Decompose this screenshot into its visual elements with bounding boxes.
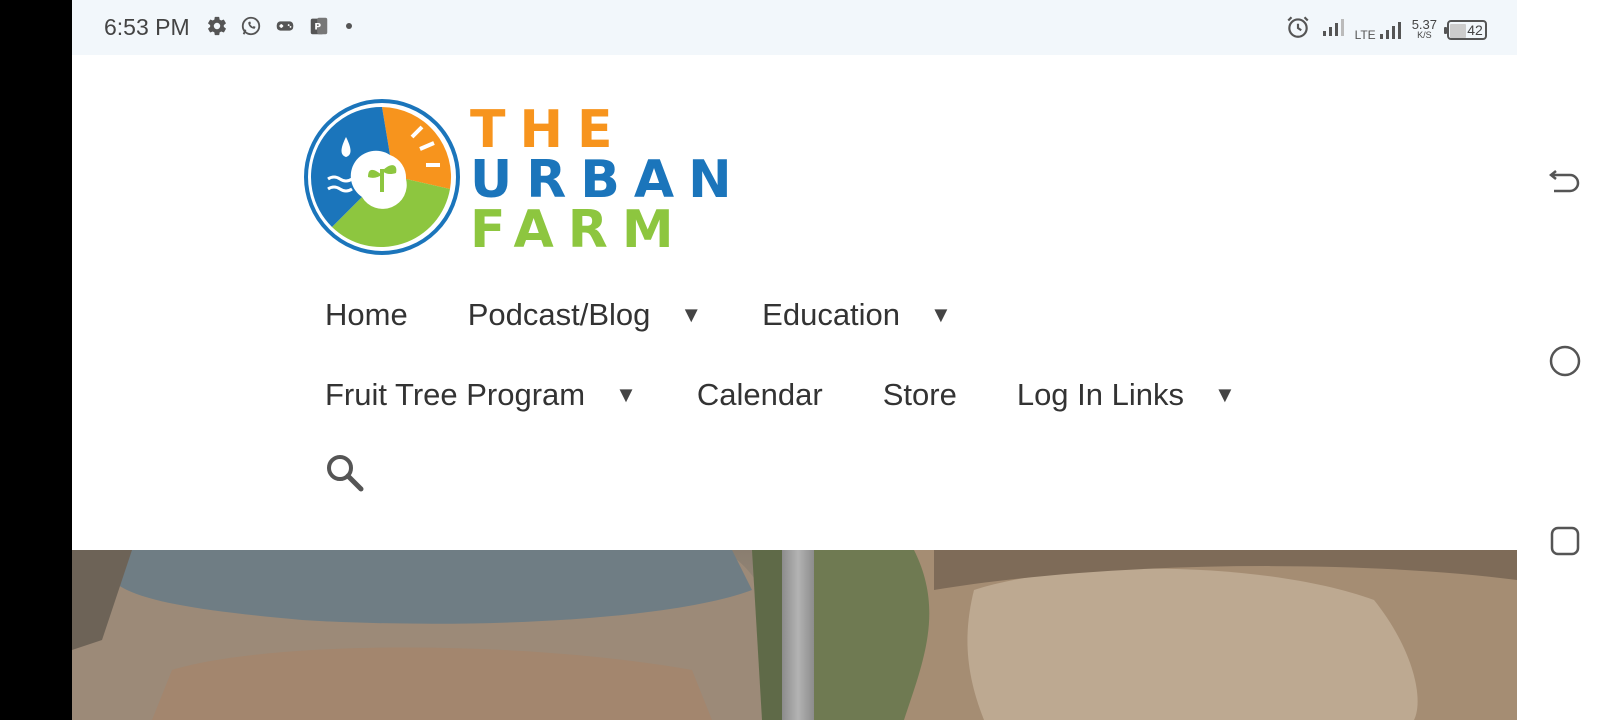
nav-item-calendar[interactable]: Calendar — [697, 377, 823, 413]
status-time: 6:53 PM — [104, 14, 190, 40]
logo-line-urban: URBAN — [470, 149, 746, 210]
nav-item-label: Podcast/Blog — [467, 297, 651, 332]
home-circle-icon[interactable] — [1545, 341, 1585, 381]
nav-item-label: Log In Links — [1016, 377, 1184, 412]
gear-icon — [206, 15, 228, 42]
dropdown-caret-icon[interactable]: ▼ — [615, 382, 637, 408]
recents-square-icon[interactable] — [1545, 521, 1585, 561]
parking-app-icon: P — [308, 15, 330, 42]
nav-item-fruit-tree-program[interactable]: Fruit Tree Program ▼ — [325, 377, 637, 413]
nav-row-1: Home Podcast/Blog ▼ Education ▼ — [325, 295, 1325, 335]
device-screen: 6:53 PM P LTE 5.37 K/S 42 THE URBAN FARM… — [0, 0, 1612, 720]
logo-line-the: THE — [470, 99, 627, 160]
dropdown-caret-icon[interactable]: ▼ — [1214, 382, 1236, 408]
search-icon[interactable] — [325, 453, 365, 493]
status-system-icons: LTE 5.37 K/S 42 — [1285, 14, 1487, 45]
nav-item-label: Education — [762, 297, 901, 332]
nav-item-label: Calendar — [696, 377, 823, 412]
network-type-label: LTE — [1354, 27, 1376, 42]
logo-wordmark: THE URBAN FARM — [470, 99, 746, 260]
alarm-icon — [1285, 14, 1311, 45]
signal-icon — [1321, 16, 1345, 43]
site-header: THE URBAN FARM Home Podcast/Blog ▼ Educa… — [72, 55, 1517, 550]
nav-item-home[interactable]: Home — [325, 297, 408, 333]
lte-signal-icon: LTE — [1355, 19, 1402, 41]
battery-icon: 42 — [1444, 19, 1487, 40]
nav-item-label: Home — [325, 297, 408, 332]
hero-photo-right — [814, 550, 1517, 720]
site-logo[interactable]: THE URBAN FARM — [302, 97, 746, 262]
nav-item-education[interactable]: Education ▼ — [762, 297, 952, 333]
status-bar: 6:53 PM P LTE 5.37 K/S 42 — [72, 0, 1517, 55]
svg-text:P: P — [314, 22, 321, 33]
status-notification-icons: P — [206, 15, 356, 42]
nav-row-2: Fruit Tree Program ▼ Calendar Store Log … — [325, 375, 1325, 415]
dropdown-caret-icon[interactable]: ▼ — [930, 302, 952, 328]
dot-icon — [342, 15, 356, 42]
network-speed: 5.37 K/S — [1412, 18, 1437, 41]
system-navigation-bar — [1517, 0, 1612, 720]
whatsapp-icon — [240, 15, 262, 42]
browser-viewport: 6:53 PM P LTE 5.37 K/S 42 THE URBAN FARM… — [72, 0, 1517, 720]
dropdown-caret-icon[interactable]: ▼ — [680, 302, 702, 328]
nav-item-label: Store — [882, 377, 957, 412]
logo-line-farm: FARM — [470, 199, 688, 260]
game-controller-icon — [274, 15, 296, 42]
hero-photo-left — [72, 550, 784, 720]
nav-item-log-in-links[interactable]: Log In Links ▼ — [1017, 377, 1236, 413]
nav-item-podcast-blog[interactable]: Podcast/Blog ▼ — [468, 297, 702, 333]
back-icon[interactable] — [1545, 160, 1585, 200]
nav-item-store[interactable]: Store — [883, 377, 957, 413]
main-navigation: Home Podcast/Blog ▼ Education ▼ Fruit Tr… — [325, 295, 1325, 492]
hero-image — [72, 550, 1517, 720]
hero-divider — [782, 550, 814, 720]
nav-item-label: Fruit Tree Program — [325, 377, 586, 412]
logo-emblem-icon — [302, 97, 462, 262]
battery-level: 42 — [1467, 21, 1483, 38]
